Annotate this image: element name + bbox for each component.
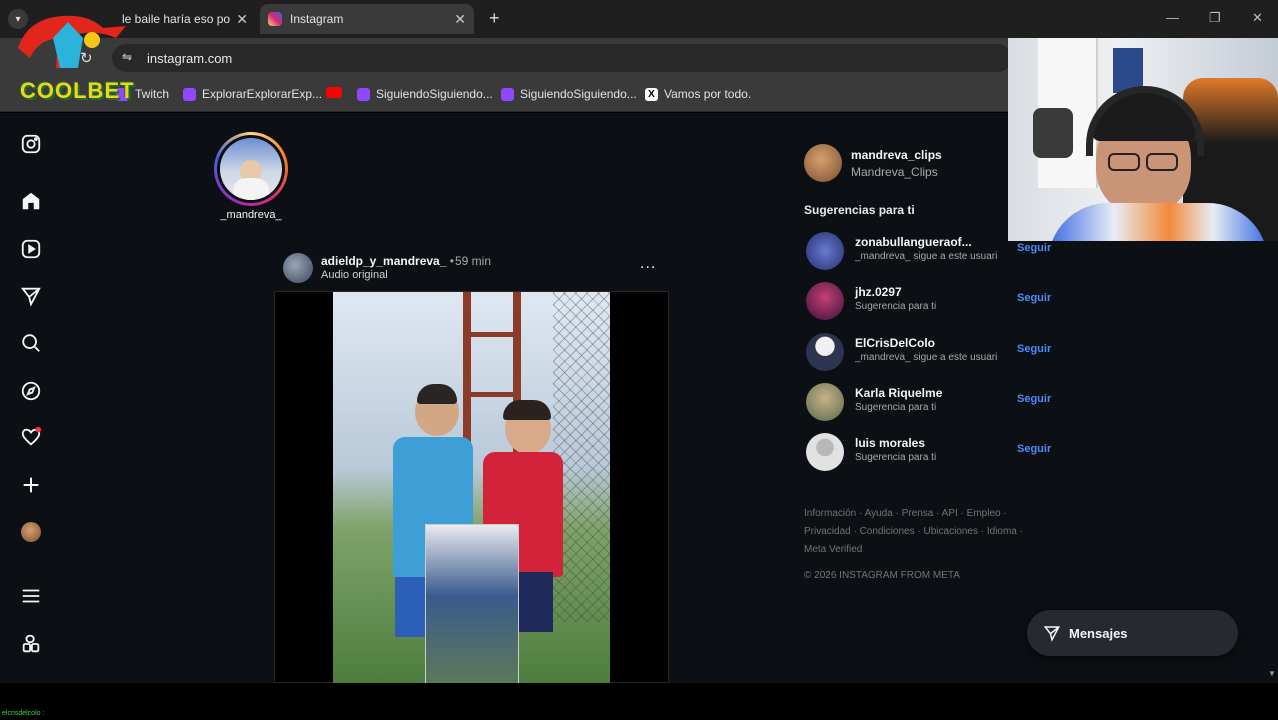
threads-icon[interactable] — [19, 632, 43, 656]
suggestion-username[interactable]: luis morales — [855, 436, 925, 450]
tab-title: le baile haría eso po — [122, 12, 230, 26]
follow-button[interactable]: Seguir — [1017, 443, 1051, 455]
stream-bottom-bar: elcrisdelcolo : — [0, 683, 1278, 720]
scrollbar-arrow-icon[interactable]: ▼ — [1268, 669, 1276, 678]
suggestion-subtitle: _mandreva_ sigue a este usuari — [855, 352, 998, 363]
bookmark-explorar[interactable]: ExplorarExplorarExp... — [183, 87, 322, 101]
browser-tab-strip: ▾ le baile haría eso po ✕ Instagram ✕ + … — [0, 0, 1278, 38]
twitch-icon — [501, 87, 514, 101]
coolbet-logo-text: COOLBET — [20, 78, 135, 103]
suggestion-avatar[interactable] — [806, 383, 844, 421]
direct-icon[interactable] — [19, 284, 43, 308]
youtube-icon — [326, 87, 342, 98]
restore-icon[interactable]: ❐ — [1209, 10, 1221, 26]
suggestion-subtitle: Sugerencia para ti — [855, 402, 937, 413]
search-icon[interactable] — [19, 331, 43, 355]
close-window-icon[interactable]: ✕ — [1252, 10, 1263, 26]
suggestion-username[interactable]: zonabullangueraof... — [855, 235, 972, 249]
profile-icon[interactable] — [19, 520, 43, 544]
bookmark-label: ExplorarExplorarExp... — [202, 87, 323, 101]
suggestion-avatar[interactable] — [806, 282, 844, 320]
microphone — [1033, 108, 1073, 158]
twitch-icon — [183, 87, 196, 101]
follow-button[interactable]: Seguir — [1017, 343, 1051, 355]
coolbet-logo: COOLBET — [8, 8, 136, 103]
streamer-shirt — [1048, 203, 1268, 241]
close-tab-icon[interactable]: ✕ — [454, 11, 466, 28]
chat-username: elcrisdelcolo : — [2, 710, 45, 717]
address-bar[interactable]: ⇋ instagram.com — [112, 44, 1012, 72]
webcam-overlay — [1008, 38, 1278, 241]
tab-title: Instagram — [290, 12, 344, 26]
instagram-icon[interactable] — [19, 132, 43, 156]
messages-label: Mensajes — [1069, 625, 1128, 641]
direct-icon — [1043, 624, 1061, 642]
suggestion-avatar[interactable] — [806, 333, 844, 371]
post-video[interactable] — [274, 291, 669, 684]
close-tab-icon[interactable]: ✕ — [236, 11, 248, 28]
current-user-avatar[interactable] — [804, 144, 842, 182]
follow-button[interactable]: Seguir — [1017, 242, 1051, 254]
messages-button[interactable]: Mensajes — [1027, 610, 1238, 656]
bookmark-label: Vamos por todo. — [664, 87, 752, 101]
bookmark-label: SiguiendoSiguiendo... — [520, 87, 637, 101]
bookmark-youtube[interactable] — [326, 87, 348, 98]
tab-instagram[interactable]: Instagram ✕ — [260, 4, 474, 34]
reels-icon[interactable] — [19, 237, 43, 261]
instagram-favicon-icon — [268, 12, 282, 26]
minimize-icon[interactable]: — — [1166, 10, 1179, 25]
copyright: © 2026 INSTAGRAM FROM META — [804, 570, 960, 581]
video-inset-image — [425, 524, 519, 684]
x-icon: X — [645, 87, 658, 101]
suggestion-username[interactable]: jhz.0297 — [855, 285, 902, 299]
suggestion-avatar[interactable] — [806, 232, 844, 270]
suggestion-avatar[interactable] — [806, 433, 844, 471]
bookmark-siguiendo-1[interactable]: SiguiendoSiguiendo... — [357, 87, 493, 101]
suggestion-subtitle: Sugerencia para ti — [855, 452, 937, 463]
post-avatar[interactable] — [283, 253, 313, 283]
bookmark-x[interactable]: X Vamos por todo. — [645, 87, 751, 101]
post-separator: • — [449, 254, 454, 268]
bookmark-siguiendo-2[interactable]: SiguiendoSiguiendo... — [501, 87, 637, 101]
twitch-icon — [357, 87, 370, 101]
explore-icon[interactable] — [19, 379, 43, 403]
story-avatar[interactable] — [214, 132, 288, 206]
suggestion-username[interactable]: ElCrisDelColo — [855, 336, 935, 350]
story-image — [220, 138, 282, 200]
bookmark-label: SiguiendoSiguiendo... — [376, 87, 493, 101]
home-icon[interactable] — [19, 189, 43, 213]
url-text: instagram.com — [147, 51, 233, 66]
new-tab-button[interactable]: + — [489, 8, 500, 29]
current-user-display-name: Mandreva_Clips — [851, 165, 938, 179]
suggestion-subtitle: Sugerencia para ti — [855, 301, 937, 312]
post-username[interactable]: adieldp_y_mandreva_ — [321, 254, 446, 268]
bookmark-label: Twitch — [135, 87, 170, 101]
notifications-icon[interactable] — [19, 425, 43, 449]
story-username: _mandreva_ — [220, 209, 282, 221]
post-options-icon[interactable]: ... — [640, 255, 656, 273]
more-menu-icon[interactable] — [19, 584, 43, 608]
post-audio[interactable]: Audio original — [321, 269, 388, 281]
create-icon[interactable] — [19, 473, 43, 497]
follow-button[interactable]: Seguir — [1017, 393, 1051, 405]
suggestions-title: Sugerencias para ti — [804, 203, 915, 217]
suggestion-username[interactable]: Karla Riquelme — [855, 386, 942, 400]
footer-links[interactable]: Información · Ayuda · Prensa · API · Emp… — [804, 505, 1024, 559]
video-frame — [333, 292, 610, 684]
suggestion-subtitle: _mandreva_ sigue a este usuari — [855, 251, 998, 262]
follow-button[interactable]: Seguir — [1017, 292, 1051, 304]
post-time: 59 min — [455, 254, 492, 268]
current-user-username[interactable]: mandreva_clips — [851, 148, 942, 162]
post-header: adieldp_y_mandreva_ • — [321, 254, 454, 268]
